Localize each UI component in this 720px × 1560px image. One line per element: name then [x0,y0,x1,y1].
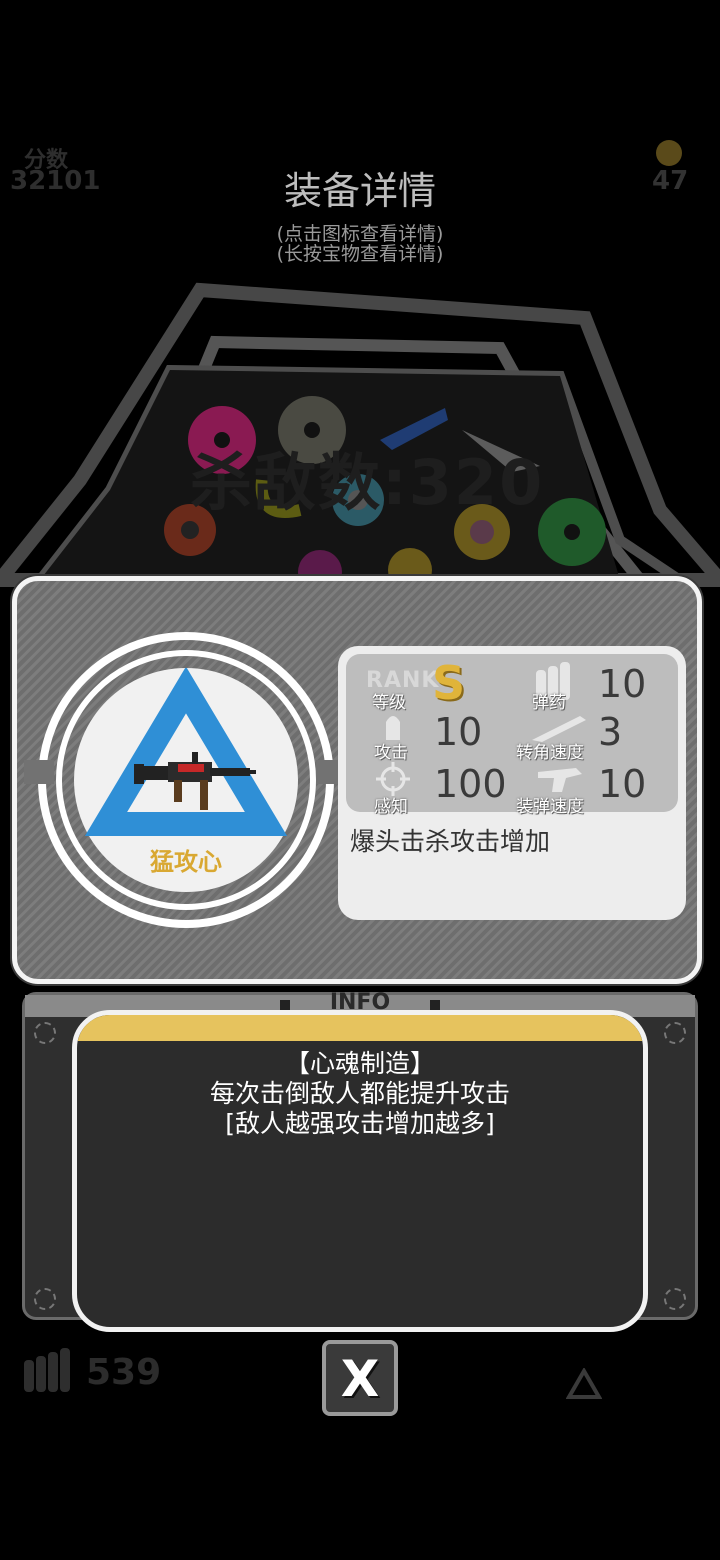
skill-description-line: [敌人越强攻击增加越多] [225,1109,495,1138]
screw-icon [34,1022,56,1044]
turn-speed-label: 转角速度 [516,743,584,763]
close-icon: X [340,1350,380,1408]
crosshair-icon [376,762,410,796]
hint-tap-icon: (点击图标查看详情) [276,223,444,245]
revolver-icon [538,768,582,792]
perception-value: 100 [434,762,507,806]
turn-speed-value: 3 [598,710,623,754]
close-button[interactable]: X [322,1340,398,1416]
ammo-value: 10 [598,662,647,706]
info-header-dot [430,1000,440,1010]
attack-label: 攻击 [374,743,408,763]
hint-long-press: (长按宝物查看详情) [276,243,444,265]
reload-speed-label: 装弹速度 [516,797,584,817]
kills-counter: 杀敌数:320 [190,446,545,519]
screw-icon [664,1288,686,1310]
ammo-label: 弹药 [532,693,566,713]
ammo-icon [24,1348,70,1392]
ammo-count: 539 [86,1352,162,1393]
ring-gap [24,760,54,784]
screw-icon [34,1288,56,1310]
bullet-icon [386,716,400,740]
screw-icon [664,1022,686,1044]
item-name: 猛攻心 [150,848,222,876]
triangle-icon [566,1368,602,1399]
perception-label: 感知 [374,797,408,817]
modal-title: 装备详情 [283,169,436,213]
info-header-dot [280,1000,290,1010]
reload-speed-value: 10 [598,762,647,806]
skill-info-accent-bar [77,1015,643,1041]
item-description: 爆头击杀攻击增加 [350,827,551,856]
attack-value: 10 [434,710,483,754]
rank-value: S [432,656,466,710]
